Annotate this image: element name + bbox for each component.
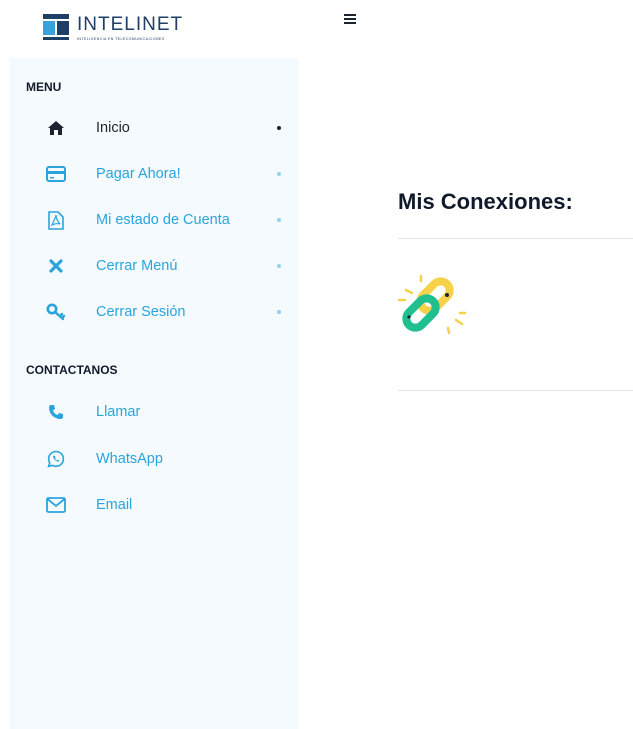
envelope-icon [46,495,66,515]
menu-section-title: MENU [26,80,62,94]
logo-name: INTELINET [77,14,184,35]
sidebar-item-label: Mi estado de Cuenta [96,212,230,228]
contact-item-label: Llamar [96,404,141,420]
indicator-dot [277,218,281,222]
sidebar: MENU Inicio Pagar Ahora! Mi estado de Cu… [9,58,299,729]
home-icon [46,118,66,138]
top-bar: INTELINET INTELIGENCIA EN TELECOMUNICACI… [0,0,633,58]
sidebar-item-cerrar-menu[interactable]: Cerrar Menú [9,246,299,286]
indicator-dot [277,310,281,314]
logo-mark-icon [43,14,69,42]
sidebar-item-label: Inicio [96,120,130,136]
sidebar-item-label: Pagar Ahora! [96,166,181,182]
chain-link-icon [396,272,468,336]
divider-top [398,238,633,239]
active-indicator-dot [277,126,281,130]
sidebar-item-cerrar-sesion[interactable]: Cerrar Sesión [9,292,299,332]
contact-section-title: CONTACTANOS [26,363,118,377]
whatsapp-icon [46,449,66,469]
divider-bottom [398,390,633,391]
key-icon [46,302,66,322]
page-title: Mis Conexiones: [398,189,573,214]
indicator-dot [277,172,281,176]
indicator-dot [277,264,281,268]
credit-card-icon [46,164,66,184]
sidebar-item-label: Cerrar Menú [96,258,178,274]
sidebar-item-label: Cerrar Sesión [96,304,186,320]
intelinet-logo[interactable]: INTELINET INTELIGENCIA EN TELECOMUNICACI… [43,14,183,42]
pdf-file-icon [46,210,66,230]
contact-item-email[interactable]: Email [9,485,299,525]
close-icon [46,256,66,276]
phone-icon [46,402,66,422]
contact-item-label: Email [96,497,133,513]
hamburger-icon[interactable] [344,14,356,24]
contact-item-label: WhatsApp [96,451,163,467]
sidebar-item-pagar-ahora[interactable]: Pagar Ahora! [9,154,299,194]
contact-item-whatsapp[interactable]: WhatsApp [9,439,299,479]
logo-tagline: INTELIGENCIA EN TELECOMUNICACIONES [77,37,165,41]
contact-item-llamar[interactable]: Llamar [9,392,299,432]
sidebar-item-inicio[interactable]: Inicio [9,108,299,148]
sidebar-item-estado-cuenta[interactable]: Mi estado de Cuenta [9,200,299,240]
